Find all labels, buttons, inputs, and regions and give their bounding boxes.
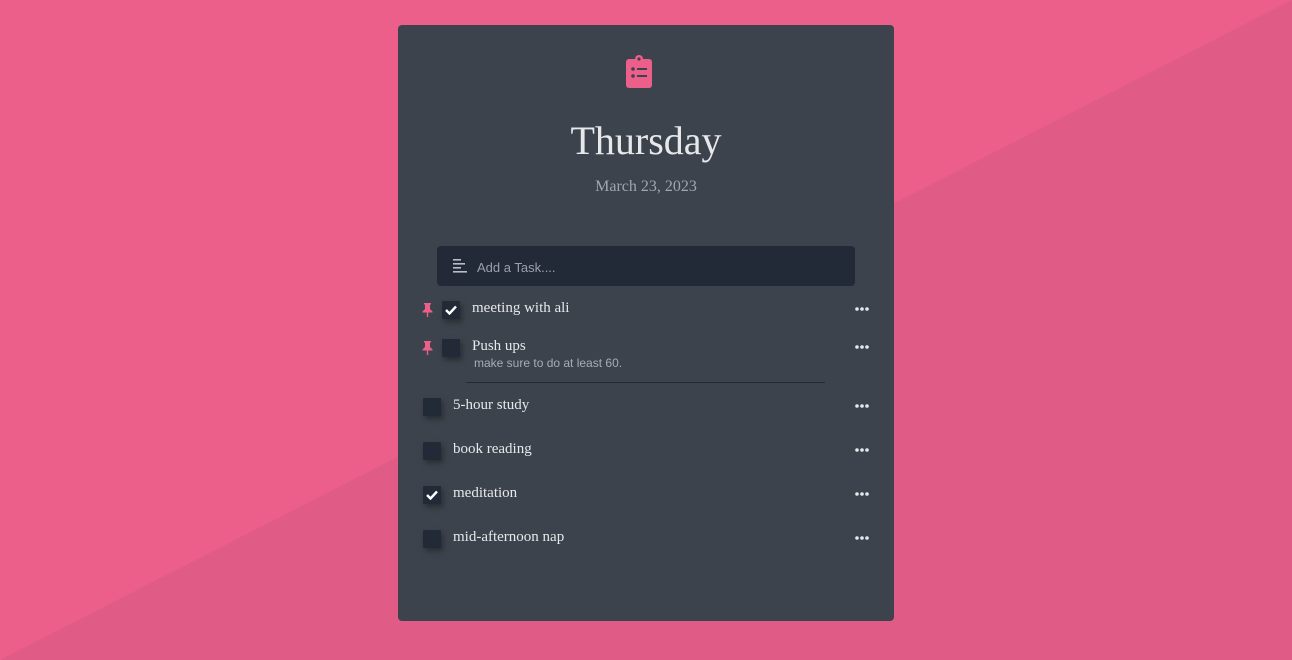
more-options-icon[interactable] (854, 491, 870, 497)
task-note: make sure to do at least 60. (474, 356, 623, 370)
add-task-input[interactable] (475, 246, 839, 288)
task-label: Push ups (472, 338, 526, 354)
check-icon (445, 305, 457, 315)
task-label: 5-hour study (453, 397, 530, 413)
pinned-divider (466, 382, 825, 383)
task-label: meeting with ali (472, 300, 570, 316)
more-options-icon[interactable] (854, 447, 870, 453)
more-options-icon[interactable] (854, 344, 870, 350)
check-icon (426, 490, 438, 500)
day-title: Thursday (570, 118, 722, 163)
task-checkbox[interactable] (423, 486, 441, 504)
task-checkbox[interactable] (442, 339, 460, 357)
more-options-icon[interactable] (854, 535, 870, 541)
task-checkbox[interactable] (423, 530, 441, 548)
pin-icon[interactable] (422, 341, 433, 355)
task-label: mid-afternoon nap (453, 529, 565, 545)
todo-card: Thursday March 23, 2023 meeting with ali (398, 25, 894, 621)
pin-icon[interactable] (422, 303, 433, 317)
more-options-icon[interactable] (854, 403, 870, 409)
task-checkbox[interactable] (423, 398, 441, 416)
task-label: book reading (453, 441, 532, 457)
add-task-bar[interactable] (437, 246, 855, 288)
clipboard-list-icon (626, 55, 652, 88)
align-left-icon (453, 259, 467, 273)
date-subtitle: March 23, 2023 (595, 178, 697, 195)
task-checkbox[interactable] (442, 301, 460, 319)
task-label: meditation (453, 485, 518, 501)
more-options-icon[interactable] (854, 306, 870, 312)
task-checkbox[interactable] (423, 442, 441, 460)
